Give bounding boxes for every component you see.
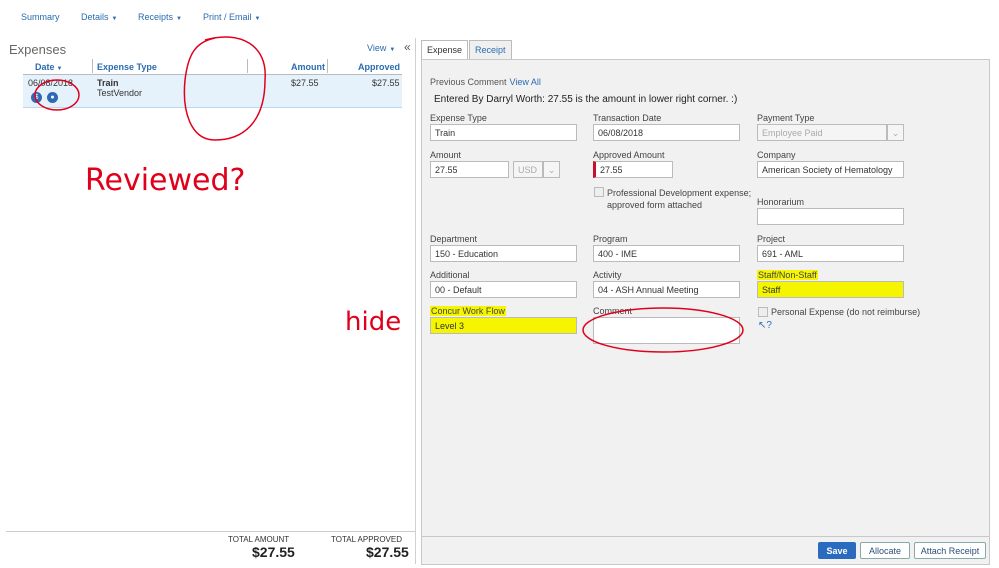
help-icon[interactable]: ↖? bbox=[758, 320, 772, 331]
col-date[interactable]: Date ▼ bbox=[35, 62, 62, 72]
tab-receipt-image[interactable]: Receipt Image bbox=[469, 40, 512, 73]
chevron-down-icon: ▼ bbox=[389, 47, 396, 53]
column-divider bbox=[92, 59, 93, 73]
prof-dev-checkbox[interactable] bbox=[594, 187, 604, 197]
chevron-down-icon[interactable]: ⌄ bbox=[887, 124, 904, 141]
workflow-field[interactable]: Level 3 bbox=[430, 317, 577, 334]
currency-select[interactable]: USD bbox=[513, 161, 543, 178]
expense-form: Previous Comment View All Entered By Darr… bbox=[421, 59, 990, 565]
col-amount[interactable]: Amount bbox=[291, 62, 325, 72]
row-vendor: TestVendor bbox=[97, 88, 143, 98]
personal-expense-label: Personal Expense (do not reimburse) bbox=[771, 307, 921, 317]
chevron-down-icon: ▼ bbox=[254, 16, 261, 22]
total-approved-label: TOTAL APPROVED bbox=[331, 535, 402, 544]
col-expense-type[interactable]: Expense Type bbox=[97, 62, 157, 72]
row-approved: $27.55 bbox=[372, 78, 400, 88]
prof-dev-label: Professional Development expense; approv… bbox=[607, 188, 752, 210]
row-expense-type: Train bbox=[97, 78, 119, 88]
view-all-link[interactable]: View All bbox=[510, 77, 541, 87]
attach-receipt-button[interactable]: Attach Receipt bbox=[914, 542, 986, 559]
project-field[interactable]: 691 - AML bbox=[757, 245, 904, 262]
personal-expense-checkbox[interactable] bbox=[758, 307, 768, 317]
column-divider bbox=[247, 59, 248, 73]
total-amount: $27.55 bbox=[252, 544, 295, 560]
sort-desc-icon: ▼ bbox=[56, 66, 63, 72]
activity-label: Activity bbox=[593, 270, 622, 280]
activity-field[interactable]: 04 - ASH Annual Meeting bbox=[593, 281, 740, 298]
staff-label: Staff/Non-Staff bbox=[757, 270, 818, 280]
program-field[interactable]: 400 - IME bbox=[593, 245, 740, 262]
company-field[interactable]: American Society of Hematology bbox=[757, 161, 904, 178]
honorarium-label: Honorarium bbox=[757, 197, 805, 207]
receipt-icon[interactable]: $ bbox=[31, 92, 42, 103]
view-menu[interactable]: View ▼ bbox=[367, 43, 395, 53]
top-nav: Summary Details ▼ Receipts ▼ Print / Email… bbox=[0, 0, 999, 34]
expenses-panel: Expenses View ▼ « Date ▼ Expense Type Amou… bbox=[6, 38, 416, 564]
chevron-down-icon: ▼ bbox=[176, 16, 182, 22]
expense-row[interactable]: 06/08/2018 Train TestVendor $27.55 $27.5… bbox=[23, 75, 402, 108]
comment-label: Comment bbox=[593, 306, 633, 316]
nav-details[interactable]: Details ▼ bbox=[81, 12, 117, 22]
collapse-panel-icon[interactable]: « bbox=[404, 40, 411, 54]
total-approved: $27.55 bbox=[366, 544, 409, 560]
amount-field[interactable]: 27.55 bbox=[430, 161, 509, 178]
nav-print-email[interactable]: Print / Email ▼ bbox=[203, 12, 260, 22]
department-label: Department bbox=[430, 234, 478, 244]
expenses-title: Expenses bbox=[9, 42, 67, 57]
approved-amount-field[interactable]: 27.55 bbox=[593, 161, 673, 178]
department-field[interactable]: 150 - Education bbox=[430, 245, 577, 262]
transaction-date-label: Transaction Date bbox=[593, 113, 662, 123]
nav-summary[interactable]: Summary bbox=[21, 12, 60, 22]
totals-bar: TOTAL AMOUNT $27.55 TOTAL APPROVED $27.5… bbox=[6, 531, 415, 565]
project-label: Project bbox=[757, 234, 786, 244]
staff-field[interactable]: Staff bbox=[757, 281, 904, 298]
payment-type-select[interactable]: Employee Paid bbox=[757, 124, 887, 141]
honorarium-field[interactable] bbox=[757, 208, 904, 225]
expense-grid-header: Date ▼ Expense Type Amount Approved bbox=[23, 59, 402, 75]
save-button[interactable]: Save bbox=[818, 542, 856, 559]
col-approved[interactable]: Approved bbox=[358, 62, 400, 72]
additional-label: Additional bbox=[430, 270, 470, 280]
previous-comment: Previous Comment View All bbox=[430, 77, 541, 87]
column-divider bbox=[327, 59, 328, 73]
form-footer: Save Allocate Attach Receipt bbox=[422, 536, 989, 564]
additional-field[interactable]: 00 - Default bbox=[430, 281, 577, 298]
company-label: Company bbox=[757, 150, 796, 160]
total-amount-label: TOTAL AMOUNT bbox=[228, 535, 290, 544]
nav-receipts[interactable]: Receipts ▼ bbox=[138, 12, 182, 22]
tab-expense[interactable]: Expense bbox=[421, 40, 469, 59]
entered-by-comment: Entered By Darryl Worth: 27.55 is the am… bbox=[434, 94, 738, 105]
chevron-down-icon[interactable]: ⌄ bbox=[543, 161, 560, 178]
allocate-button[interactable]: Allocate bbox=[860, 542, 910, 559]
program-label: Program bbox=[593, 234, 628, 244]
comment-icon[interactable]: ● bbox=[47, 92, 58, 103]
approved-amount-label: Approved Amount bbox=[593, 150, 665, 160]
payment-type-label: Payment Type bbox=[757, 113, 815, 123]
expense-type-label: Expense Type bbox=[430, 113, 487, 123]
row-amount: $27.55 bbox=[291, 78, 319, 88]
amount-label: Amount bbox=[430, 150, 462, 160]
transaction-date-field[interactable]: 06/08/2018 bbox=[593, 124, 740, 141]
comment-textarea[interactable] bbox=[593, 317, 740, 344]
expense-type-field[interactable]: Train bbox=[430, 124, 577, 141]
chevron-down-icon: ▼ bbox=[111, 16, 118, 22]
row-date: 06/08/2018 bbox=[28, 78, 74, 88]
workflow-label: Concur Work Flow bbox=[430, 306, 506, 316]
